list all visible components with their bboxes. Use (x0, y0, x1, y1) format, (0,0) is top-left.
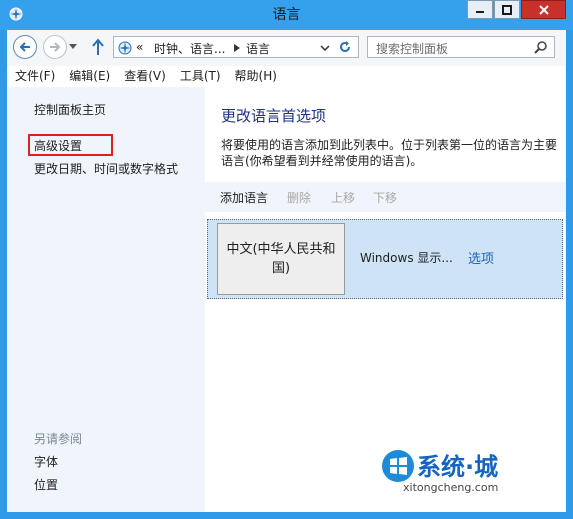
back-button[interactable] (13, 35, 37, 59)
breadcrumb-language[interactable]: 语言 (246, 40, 270, 57)
language-toolbar: 添加语言 删除 上移 下移 (205, 182, 566, 212)
menu-file[interactable]: 文件(F) (7, 66, 61, 86)
search-icon[interactable] (534, 40, 548, 54)
window-client: « 时钟、语言... 语言 搜索控制面板 文件(F) 编辑(E) 查看(V) 工… (7, 30, 566, 512)
chevron-down-icon[interactable] (320, 45, 330, 51)
sidebar-link-home[interactable]: 控制面板主页 (34, 101, 106, 118)
watermark-url: xitongcheng.com (403, 481, 499, 494)
forward-button[interactable] (43, 35, 67, 59)
address-bar[interactable]: « 时钟、语言... 语言 (113, 36, 359, 58)
move-down-button[interactable]: 下移 (373, 189, 397, 206)
sidebar-link-fonts[interactable]: 字体 (34, 453, 58, 470)
title-bar: 语言 (0, 0, 573, 30)
menu-tools[interactable]: 工具(T) (172, 66, 227, 86)
arrow-right-icon (50, 42, 61, 52)
minimize-button[interactable] (467, 0, 493, 19)
menu-view[interactable]: 查看(V) (116, 66, 172, 86)
add-language-button[interactable]: 添加语言 (220, 189, 268, 206)
menu-bar: 文件(F) 编辑(E) 查看(V) 工具(T) 帮助(H) (7, 66, 566, 86)
sidebar-link-location[interactable]: 位置 (34, 476, 58, 493)
refresh-icon[interactable] (338, 40, 352, 54)
breadcrumb-clock-language[interactable]: 时钟、语言... (154, 40, 225, 57)
menu-help[interactable]: 帮助(H) (227, 66, 283, 86)
search-placeholder: 搜索控制面板 (376, 42, 449, 56)
see-also-heading: 另请参阅 (34, 432, 83, 446)
sidebar-link-advanced[interactable]: 高级设置 (34, 137, 82, 154)
recent-pages-icon[interactable] (69, 44, 77, 50)
sidebar: 控制面板主页 高级设置 更改日期、时间或数字格式 另请参阅 字体 位置 (7, 87, 205, 512)
breadcrumb-separator-icon (234, 44, 240, 52)
language-display-status: Windows 显示... (360, 251, 453, 265)
navigation-bar: « 时钟、语言... 语言 搜索控制面板 (7, 30, 566, 66)
control-panel-icon (118, 41, 132, 55)
maximize-button[interactable] (494, 0, 520, 19)
windows-logo-icon (382, 450, 414, 482)
language-name-tile: 中文(中华人民共和国) (217, 223, 345, 295)
arrow-left-icon (19, 42, 30, 52)
page-description: 将要使用的语言添加到此列表中。位于列表第一位的语言为主要语言(你希望看到并经常使… (221, 138, 558, 168)
language-list-item[interactable]: 中文(中华人民共和国) Windows 显示... 选项 (207, 219, 563, 299)
breadcrumb-overflow[interactable]: « (136, 40, 143, 54)
remove-button[interactable]: 删除 (287, 189, 311, 206)
menu-edit[interactable]: 编辑(E) (61, 66, 116, 86)
search-input[interactable]: 搜索控制面板 (367, 36, 555, 58)
watermark-logo: 系统·城 xitongcheng.com (379, 445, 564, 500)
close-button[interactable] (521, 0, 566, 19)
page-title: 更改语言首选项 (221, 107, 327, 125)
watermark-text: 系统·城 (417, 453, 499, 481)
move-up-button[interactable]: 上移 (331, 189, 355, 206)
minimize-icon (476, 10, 484, 13)
close-icon (538, 4, 549, 15)
language-options-link[interactable]: 选项 (468, 248, 494, 267)
sidebar-link-date-time[interactable]: 更改日期、时间或数字格式 (34, 160, 178, 177)
up-arrow-icon[interactable] (91, 38, 105, 56)
maximize-icon (502, 4, 512, 15)
